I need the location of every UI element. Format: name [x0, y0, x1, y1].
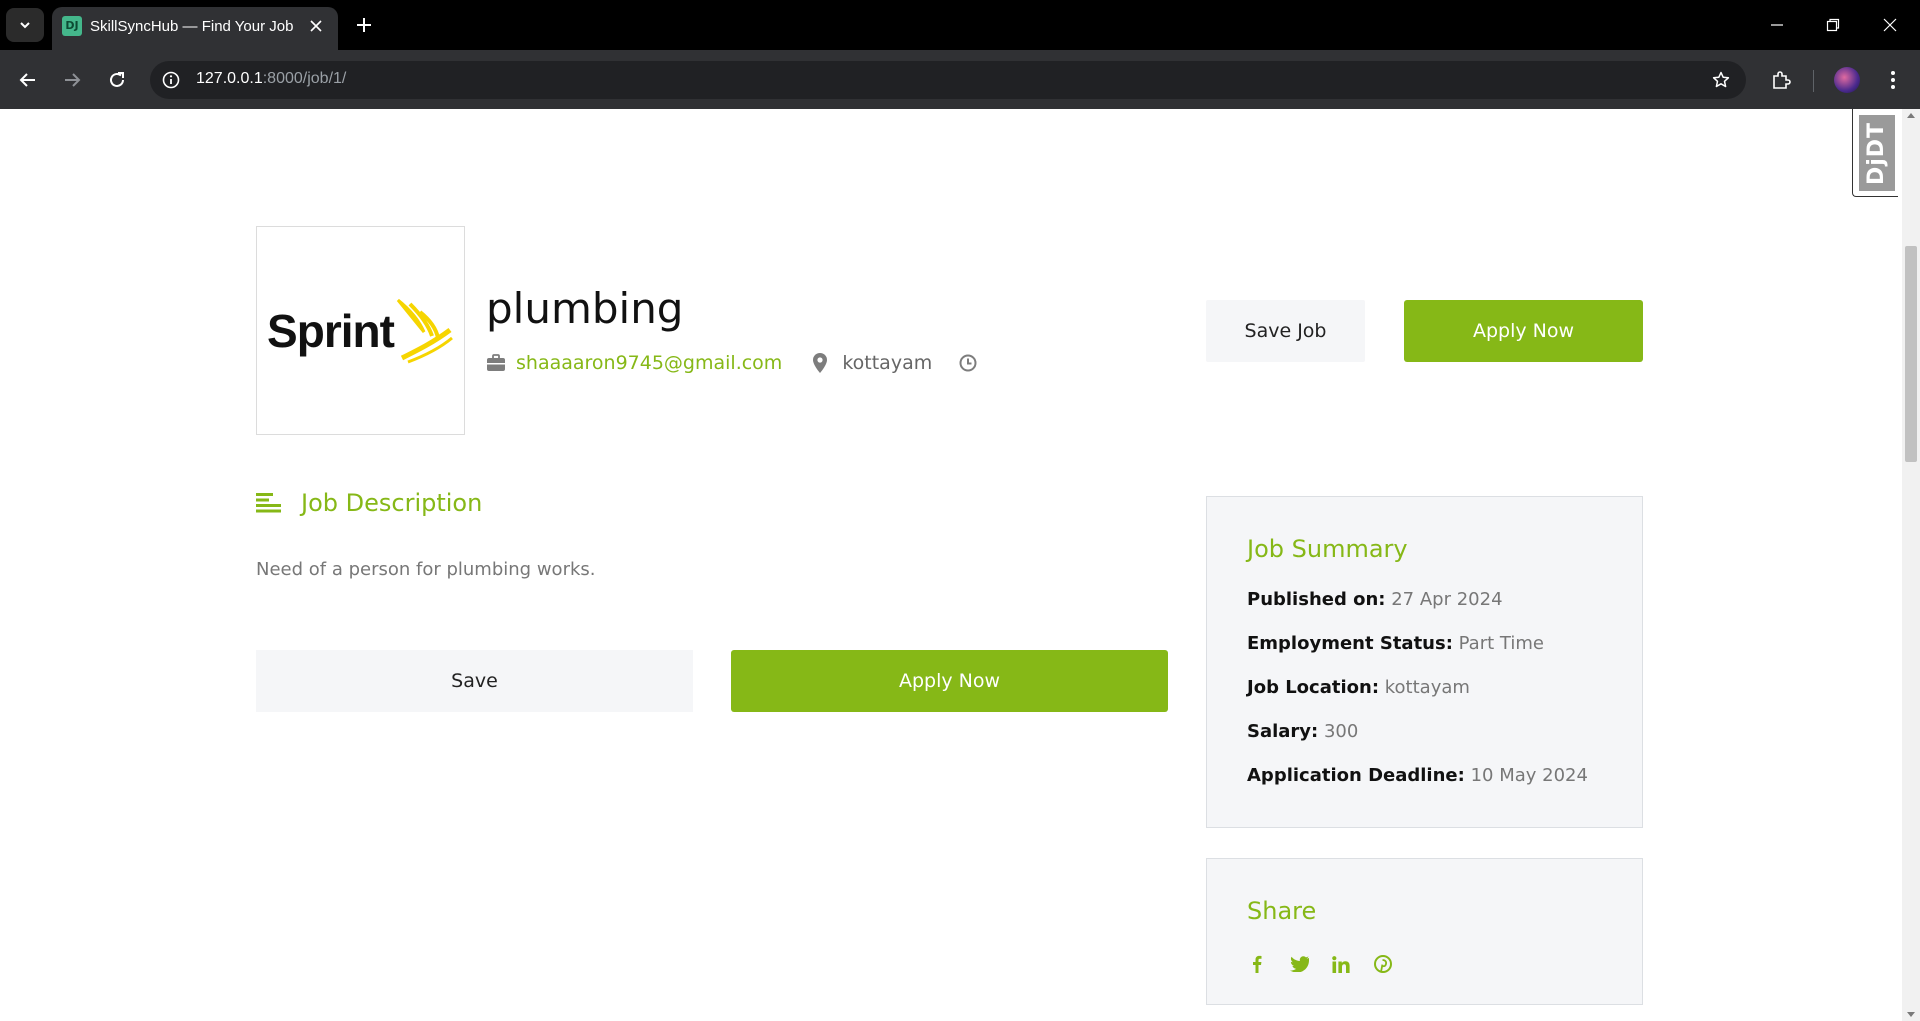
site-info-button[interactable] — [160, 69, 182, 91]
facebook-icon[interactable] — [1247, 954, 1267, 974]
debug-toolbar-badge: DjDT — [1859, 115, 1895, 191]
job-summary-title: Job Summary — [1247, 535, 1408, 563]
linkedin-icon[interactable] — [1331, 954, 1351, 974]
summary-label: Salary: — [1247, 721, 1319, 742]
browser-menu-button[interactable] — [1880, 67, 1906, 93]
reload-icon — [110, 72, 124, 87]
url-path: :8000/job/1/ — [262, 70, 347, 87]
summary-row-salary: Salary: 300 — [1247, 721, 1358, 742]
summary-row-published: Published on: 27 Apr 2024 — [1247, 589, 1503, 610]
close-icon — [310, 20, 322, 32]
window-close-button[interactable] — [1877, 12, 1903, 38]
page-scrollbar[interactable] — [1902, 109, 1920, 1021]
scrollbar-thumb[interactable] — [1905, 246, 1917, 462]
job-location: kottayam — [842, 352, 933, 374]
company-logo: Sprint — [256, 226, 465, 435]
job-description-heading: Job Description — [256, 489, 482, 517]
browser-tab[interactable]: DJ SkillSyncHub — Find Your Job — [52, 7, 338, 50]
save-button[interactable]: Save — [256, 650, 693, 712]
summary-label: Job Location: — [1247, 677, 1380, 698]
minimize-button[interactable] — [1764, 12, 1790, 38]
back-button[interactable] — [13, 65, 43, 95]
company-logo-inner: Sprint — [267, 298, 454, 364]
forward-button[interactable] — [57, 65, 87, 95]
company-logo-text: Sprint — [267, 304, 395, 357]
browser-toolbar: 127.0.0.1:8000/job/1/ — [0, 50, 1920, 109]
arrow-right-icon — [65, 73, 81, 87]
summary-row-location: Job Location: kottayam — [1247, 677, 1470, 698]
extensions-button[interactable] — [1768, 67, 1794, 93]
align-left-icon — [256, 493, 281, 513]
job-meta: shaaaaron9745@gmail.com kottayam — [486, 348, 978, 378]
summary-value: 27 Apr 2024 — [1391, 589, 1503, 610]
summary-value: Part Time — [1458, 633, 1544, 654]
map-marker-icon — [810, 353, 830, 373]
puzzle-icon — [1773, 71, 1791, 89]
pinterest-icon[interactable] — [1373, 954, 1393, 974]
summary-row-deadline: Application Deadline: 10 May 2024 — [1247, 765, 1588, 786]
tab-list-button[interactable] — [6, 8, 44, 42]
tab-close-button[interactable] — [306, 16, 326, 36]
summary-value: 10 May 2024 — [1470, 765, 1588, 786]
apply-now-button-bottom[interactable]: Apply Now — [731, 650, 1168, 712]
restore-icon — [1826, 18, 1840, 32]
summary-row-employment-status: Employment Status: Part Time — [1247, 633, 1544, 654]
share-title: Share — [1247, 897, 1317, 925]
info-icon — [162, 71, 180, 89]
share-icons — [1247, 954, 1393, 974]
summary-value: 300 — [1323, 721, 1359, 742]
clock-icon — [958, 353, 978, 373]
debug-toolbar-label: DjDT — [1864, 121, 1890, 185]
restore-button[interactable] — [1820, 12, 1846, 38]
new-tab-button[interactable] — [352, 13, 376, 37]
apply-now-button-top[interactable]: Apply Now — [1404, 300, 1643, 362]
close-icon — [1883, 18, 1897, 32]
kebab-menu-icon — [1891, 71, 1895, 89]
url-host: 127.0.0.1 — [196, 70, 263, 87]
summary-label: Published on: — [1247, 589, 1386, 610]
share-card: Share — [1206, 858, 1643, 1005]
toolbar-divider — [1813, 70, 1814, 92]
django-debug-toolbar-handle[interactable]: DjDT — [1852, 109, 1898, 197]
page-viewport: DjDT Sprint plumbing shaaaaron9745@gmail… — [0, 109, 1920, 1021]
sprint-wings-icon — [396, 298, 453, 363]
minimize-icon — [1771, 24, 1783, 26]
save-job-button[interactable]: Save Job — [1206, 300, 1365, 362]
summary-value: kottayam — [1384, 677, 1470, 698]
star-icon — [1712, 71, 1730, 88]
plus-icon — [357, 18, 371, 32]
briefcase-icon — [486, 353, 506, 373]
summary-label: Employment Status: — [1247, 633, 1453, 654]
django-favicon-icon: DJ — [62, 16, 82, 36]
chevron-down-icon — [20, 22, 30, 29]
scroll-up-arrow[interactable] — [1907, 113, 1915, 118]
summary-label: Application Deadline: — [1247, 765, 1465, 786]
scroll-down-arrow[interactable] — [1907, 1012, 1915, 1017]
job-description-text: Need of a person for plumbing works. — [256, 559, 596, 580]
bookmark-button[interactable] — [1710, 69, 1732, 91]
browser-tab-bar: DJ SkillSyncHub — Find Your Job — [0, 0, 1920, 50]
job-summary-card: Job Summary Published on: 27 Apr 2024 Em… — [1206, 496, 1643, 828]
profile-avatar[interactable] — [1834, 67, 1860, 93]
reload-button[interactable] — [102, 65, 132, 95]
tab-title: SkillSyncHub — Find Your Job — [90, 18, 294, 35]
url-text: 127.0.0.1:8000/job/1/ — [196, 70, 346, 88]
company-email-link[interactable]: shaaaaron9745@gmail.com — [516, 352, 782, 374]
address-bar[interactable]: 127.0.0.1:8000/job/1/ — [150, 61, 1746, 99]
job-description-title: Job Description — [301, 489, 483, 517]
arrow-left-icon — [19, 73, 35, 87]
job-title: plumbing — [486, 284, 684, 333]
twitter-icon[interactable] — [1289, 954, 1309, 974]
